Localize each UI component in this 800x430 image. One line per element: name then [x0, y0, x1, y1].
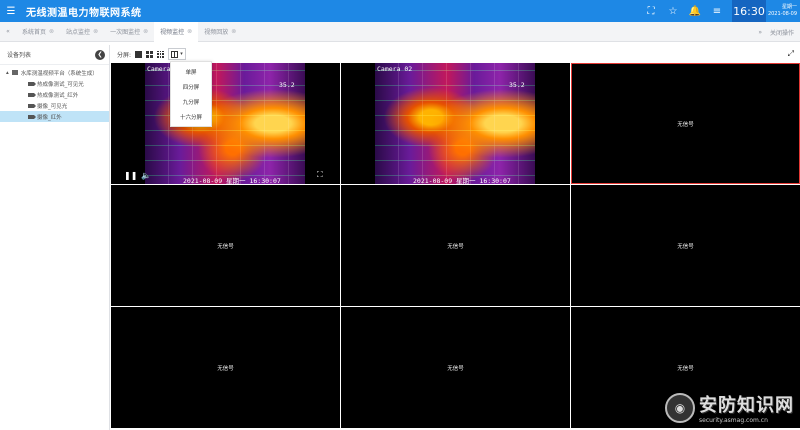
tab-label: 系统首页 [22, 29, 47, 36]
video-toolbar: 分屏: ▾ ⤢ [111, 45, 800, 63]
weekday-label: 星期一 [781, 4, 797, 10]
video-cell-3[interactable]: 无信号 [571, 63, 800, 184]
no-signal-label: 无信号 [677, 365, 694, 372]
tab-video-playback[interactable]: 视频回放 ⊗ [198, 22, 242, 42]
device-label: 热成像测试_红外 [37, 92, 79, 99]
app-title: 无线测温电力物联网系统 [26, 7, 142, 19]
no-signal-label: 无信号 [677, 121, 694, 128]
device-item[interactable]: 摄像_红外 [0, 111, 109, 122]
watermark-url: security.asmag.com.cn [699, 417, 768, 424]
chevron-down-icon: ▾ [180, 51, 183, 57]
tab-label: 视频回放 [204, 29, 229, 36]
video-cell-6[interactable]: 无信号 [571, 185, 800, 306]
sidebar-title: 设备列表 [7, 52, 32, 59]
tree-toggle-icon[interactable]: ▴ [6, 70, 9, 76]
no-signal-label: 无信号 [217, 365, 234, 372]
close-icon[interactable]: ⊗ [187, 28, 192, 35]
tab-home[interactable]: 系统首页 ⊗ [16, 22, 60, 42]
temperature-readout: 35.2 [509, 81, 525, 89]
clock-date: 星期一 2021-08-09 [766, 0, 800, 22]
device-item[interactable]: 热成像测试_红外 [0, 89, 109, 100]
menu-icon[interactable]: ☰ [0, 0, 22, 22]
video-grid: Camera 01 35.2 2021-08-09 星期一 16:30:07 ❚… [111, 63, 800, 430]
tab-label: 一次图监控 [110, 29, 141, 36]
volume-icon[interactable]: 🔈 [141, 171, 151, 180]
camera-icon [28, 92, 36, 97]
nine-screen-icon[interactable] [157, 50, 165, 58]
date-label: 2021-08-09 [767, 11, 797, 17]
top-bar: ☰ 无线测温电力物联网系统 ⛶ ☆ 🔔 ≡ 16:30 星期一 2021-08-… [0, 0, 800, 22]
video-cell-2[interactable]: Camera 02 35.2 2021-08-09 星期一 16:30:07 [341, 63, 570, 185]
fullscreen-icon[interactable]: ⛶ [317, 170, 323, 180]
device-item[interactable]: 摄像_可见光 [0, 100, 109, 111]
split-icon [171, 50, 179, 58]
tab-bar: « 系统首页 ⊗ 站点监控 ⊗ 一次图监控 ⊗ 视频监控 ⊗ 视频回放 ⊗ » 关闭操作 [0, 21, 800, 42]
watermark-logo-icon: ◉ [665, 392, 695, 423]
no-signal-label: 无信号 [447, 243, 464, 250]
close-icon[interactable]: ⊗ [93, 28, 98, 35]
no-signal-label: 无信号 [677, 243, 694, 250]
no-signal-label: 无信号 [447, 365, 464, 372]
device-label: 摄像_可见光 [37, 103, 68, 110]
tree-root-label: 水库测温视频平台（系统生成） [20, 70, 98, 77]
split-menu: 单屏 四分屏 九分屏 十六分屏 [170, 61, 212, 127]
close-icon[interactable]: ⊗ [231, 28, 236, 35]
watermark-title: 安防知识网 [699, 395, 794, 416]
split-label: 分屏: [117, 51, 132, 59]
watermark: ◉ 安防知识网 security.asmag.com.cn [665, 391, 794, 424]
four-screen-icon[interactable] [146, 50, 154, 58]
tab-label: 视频监控 [160, 29, 185, 36]
tab-label: 站点监控 [66, 29, 91, 36]
clock-time: 16:30 [732, 0, 766, 22]
tab-diagram-monitor[interactable]: 一次图监控 ⊗ [104, 22, 154, 42]
camera-icon [28, 114, 36, 119]
tab-site-monitor[interactable]: 站点监控 ⊗ [60, 22, 104, 42]
camera-icon [28, 103, 36, 108]
video-timestamp: 2021-08-09 星期一 16:30:07 [413, 177, 511, 185]
video-timestamp: 2021-08-09 星期一 16:30:07 [183, 177, 281, 185]
temperature-readout: 35.2 [279, 81, 295, 89]
split-option-four[interactable]: 四分屏 [171, 79, 211, 94]
star-icon[interactable]: ☆ [662, 0, 684, 22]
camera-name: Camera 02 [377, 65, 413, 73]
fullscreen-icon[interactable]: ⛶ [640, 0, 662, 22]
device-label: 摄像_红外 [37, 114, 62, 121]
device-item[interactable]: 热成像测试_可见光 [0, 78, 109, 89]
close-icon[interactable]: ⊗ [143, 28, 148, 35]
thermal-video-feed: Camera 02 35.2 2021-08-09 星期一 16:30:07 [375, 63, 535, 185]
tree-root[interactable]: ▴ 水库测温视频平台（系统生成） [0, 67, 109, 78]
split-option-single[interactable]: 单屏 [171, 64, 211, 79]
device-sidebar: 设备列表 ❮ ▴ 水库测温视频平台（系统生成） 热成像测试_可见光 热成像测试_… [0, 45, 110, 430]
video-cell-1[interactable]: Camera 01 35.2 2021-08-09 星期一 16:30:07 ❚… [111, 63, 340, 185]
thermal-video-feed: Camera 01 35.2 2021-08-09 星期一 16:30:07 [145, 63, 305, 185]
camera-icon [28, 81, 36, 86]
split-option-nine[interactable]: 九分屏 [171, 94, 211, 109]
device-label: 热成像测试_可见光 [37, 81, 84, 88]
tabs-scroll-right-icon[interactable]: » [758, 29, 762, 36]
video-cell-7[interactable]: 无信号 [111, 307, 340, 428]
sidebar-header: 设备列表 ❮ [0, 45, 109, 65]
list-icon[interactable]: ≡ [706, 0, 728, 22]
video-cell-5[interactable]: 无信号 [341, 185, 570, 306]
close-icon[interactable]: ⊗ [49, 28, 54, 35]
split-dropdown-button[interactable]: ▾ [168, 48, 187, 60]
close-operations-button[interactable]: 关闭操作 [770, 28, 794, 37]
pause-icon[interactable]: ❚❚ [124, 171, 137, 180]
no-signal-label: 无信号 [217, 243, 234, 250]
bell-icon[interactable]: 🔔 [684, 0, 706, 22]
tab-video-monitor[interactable]: 视频监控 ⊗ [154, 21, 199, 42]
fullscreen-icon[interactable]: ⤢ [788, 49, 794, 59]
single-screen-icon[interactable] [135, 50, 143, 58]
split-option-sixteen[interactable]: 十六分屏 [171, 109, 211, 124]
collapse-icon[interactable]: ❮ [95, 49, 105, 60]
video-cell-8[interactable]: 无信号 [341, 307, 570, 428]
video-cell-4[interactable]: 无信号 [111, 185, 340, 306]
tabs-scroll-left-icon[interactable]: « [0, 28, 16, 35]
folder-icon [11, 70, 18, 75]
